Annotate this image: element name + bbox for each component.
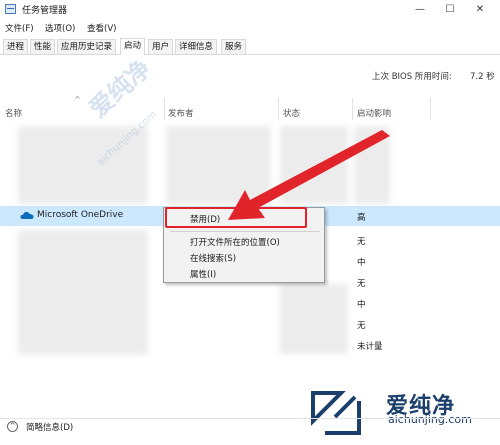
tab-services[interactable]: 服务: [221, 39, 247, 54]
tab-details[interactable]: 详细信息: [175, 39, 218, 54]
blurred-rows: [18, 230, 148, 355]
column-divider[interactable]: [430, 98, 431, 120]
fewer-details-button[interactable]: 简略信息(D): [26, 421, 73, 433]
tab-users[interactable]: 用户: [148, 39, 174, 54]
column-name[interactable]: 名称: [5, 107, 22, 119]
startup-impact-value: 未计量: [357, 342, 383, 352]
window-title: 任务管理器: [22, 6, 68, 16]
startup-impact-value: 无: [357, 321, 366, 331]
startup-impact-value: 无: [357, 237, 366, 247]
menu-file[interactable]: 文件(F): [5, 22, 34, 34]
menu-item-search-online[interactable]: 在线搜索(S): [190, 252, 236, 264]
column-startup-impact[interactable]: 启动影响: [357, 107, 391, 119]
red-arrow-icon: [228, 130, 390, 220]
chevron-up-icon[interactable]: ^: [7, 421, 18, 432]
maximize-button[interactable]: ☐: [436, 0, 464, 20]
column-publisher[interactable]: 发布者: [168, 107, 194, 119]
menu-separator: [170, 231, 320, 232]
footer: [0, 418, 500, 445]
tab-app-history[interactable]: 应用历史记录: [57, 39, 117, 54]
startup-impact-value: 中: [357, 258, 366, 268]
column-divider[interactable]: [352, 98, 353, 120]
minimize-button[interactable]: —: [406, 0, 434, 20]
bios-time-label: 上次 BIOS 所用时间:: [372, 72, 452, 82]
bios-time-value: 7.2 秒: [470, 72, 495, 82]
tab-performance[interactable]: 性能: [30, 39, 56, 54]
startup-impact-value: 无: [357, 279, 366, 289]
sort-up-icon: ^: [74, 95, 81, 104]
column-divider[interactable]: [164, 98, 165, 120]
tab-processes[interactable]: 进程: [3, 39, 29, 54]
close-button[interactable]: ✕: [466, 0, 494, 20]
menu-options[interactable]: 选项(O): [45, 22, 75, 34]
column-status[interactable]: 状态: [283, 107, 300, 119]
menu-item-properties[interactable]: 属性(I): [190, 268, 216, 280]
menu-item-open-location[interactable]: 打开文件所在的位置(O): [190, 236, 280, 248]
startup-item-name[interactable]: Microsoft OneDrive: [37, 210, 123, 220]
onedrive-icon: [20, 212, 34, 219]
blurred-status: [280, 284, 348, 354]
menu-view[interactable]: 查看(V): [87, 22, 116, 34]
task-manager-icon: [5, 4, 16, 14]
column-divider[interactable]: [278, 98, 279, 120]
startup-impact-value: 中: [357, 300, 366, 310]
